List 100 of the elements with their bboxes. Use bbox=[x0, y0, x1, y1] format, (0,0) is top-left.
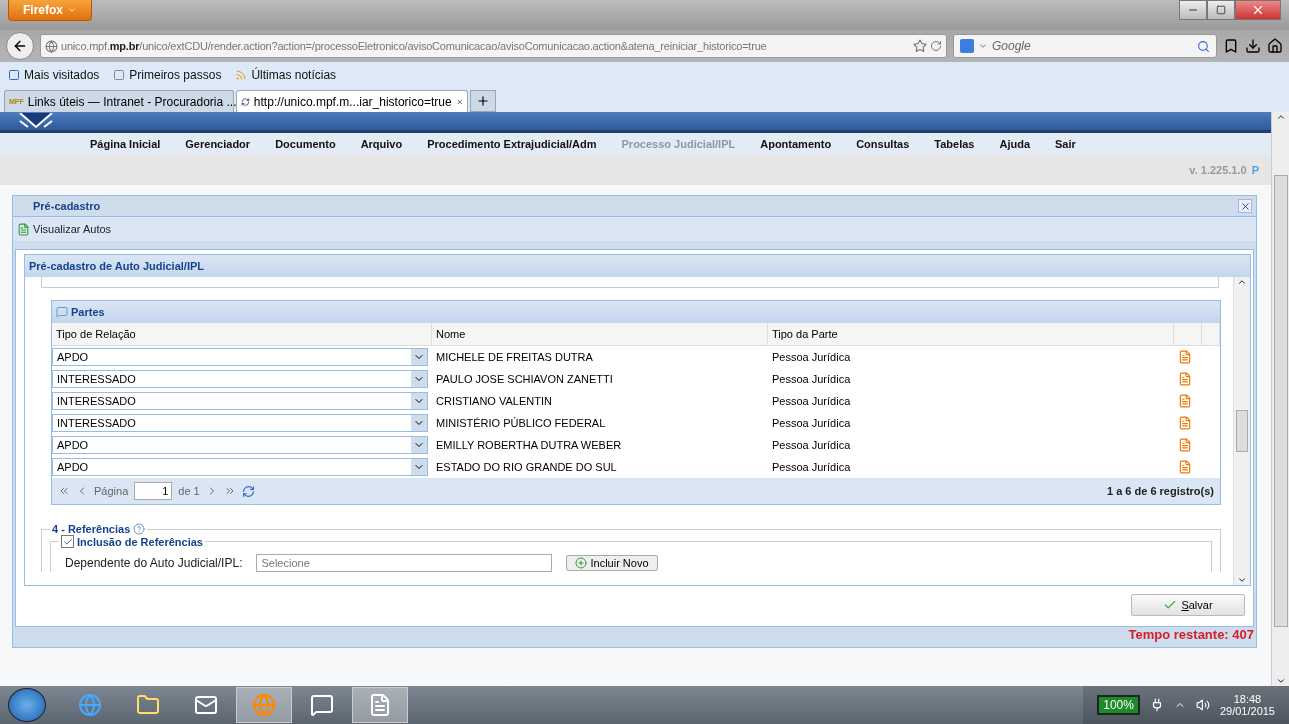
scrollbar[interactable] bbox=[1271, 112, 1289, 686]
scroll-thumb[interactable] bbox=[1236, 410, 1248, 452]
menu-item[interactable]: Sair bbox=[1055, 138, 1076, 150]
bookmark-link[interactable]: Mais visitados bbox=[8, 68, 100, 82]
search-icon[interactable] bbox=[1197, 39, 1210, 53]
dropdown-trigger[interactable] bbox=[411, 459, 427, 475]
page-label: Página bbox=[94, 485, 129, 497]
input-field[interactable]: Selecione bbox=[256, 554, 553, 572]
relation-select[interactable]: APDO bbox=[52, 436, 428, 454]
globe-icon bbox=[45, 39, 58, 53]
dropdown-trigger[interactable] bbox=[411, 349, 427, 365]
close-icon[interactable] bbox=[455, 96, 463, 107]
table-cell-text: ESTADO DO RIO GRANDE DO SUL bbox=[435, 460, 618, 475]
restore-button[interactable] bbox=[1207, 0, 1235, 20]
dropdown-trigger[interactable] bbox=[411, 371, 427, 387]
address-bar[interactable]: unico.mpf.mp.br/unico/extCDU/render.action?action=/processoEletronico/avisoComunicacao/avisoComunicacao.action&atena_reiniciar_historico=true bbox=[40, 34, 947, 58]
grid-title: Partes bbox=[71, 306, 105, 318]
reload-icon[interactable] bbox=[930, 40, 942, 52]
search-engine-icon bbox=[960, 39, 974, 53]
relation-select[interactable]: APDO bbox=[52, 458, 428, 476]
menu-item[interactable]: Tabelas bbox=[934, 138, 975, 150]
site-icon bbox=[241, 95, 250, 108]
start-button[interactable] bbox=[8, 688, 46, 722]
menu-item[interactable]: Procedimento Extrajudicial/Adm bbox=[427, 138, 597, 150]
chat-icon bbox=[310, 693, 334, 717]
column-header[interactable]: Nome bbox=[432, 323, 768, 346]
edit-icon[interactable] bbox=[1178, 416, 1192, 430]
battery-indicator[interactable]: 100% bbox=[1097, 695, 1140, 715]
menu-item[interactable]: Apontamento bbox=[760, 138, 832, 150]
menu-item[interactable]: Arquivo bbox=[360, 138, 403, 150]
table-cell-text: PAULO JOSE SCHIAVON ZANETTI bbox=[435, 372, 614, 387]
edit-icon[interactable] bbox=[1178, 372, 1192, 386]
relation-select[interactable]: INTERESSADO bbox=[52, 392, 428, 410]
volume-icon[interactable] bbox=[1195, 698, 1210, 712]
folder-icon bbox=[136, 693, 160, 717]
timer-text: Tempo restante: 407 bbox=[1128, 627, 1254, 642]
table-cell-text: MICHELE DE FREITAS DUTRA bbox=[435, 350, 594, 365]
edit-icon[interactable] bbox=[1178, 394, 1192, 408]
column-header[interactable]: Tipo da Parte bbox=[768, 323, 1174, 346]
bookmarks-icon[interactable] bbox=[1223, 38, 1239, 54]
scrollbar[interactable] bbox=[1233, 277, 1250, 585]
view-button[interactable]: Visualizar Autos bbox=[17, 222, 112, 236]
relation-select[interactable]: INTERESSADO bbox=[52, 414, 428, 432]
dropdown-trigger[interactable] bbox=[411, 415, 427, 431]
back-button[interactable] bbox=[6, 32, 34, 60]
dropdown-trigger[interactable] bbox=[411, 393, 427, 409]
scroll-up-icon bbox=[1275, 112, 1286, 122]
check-icon bbox=[62, 536, 73, 547]
logo-icon bbox=[18, 113, 54, 129]
table-cell-text: Pessoa Jurídica bbox=[771, 372, 852, 387]
browser-tab[interactable]: http://unico.mpf.m...iar_historico=true bbox=[236, 90, 468, 112]
bookmark-link[interactable]: Últimas notícias bbox=[235, 68, 337, 82]
bookmark-link[interactable]: Primeiros passos bbox=[113, 68, 222, 82]
globe-icon bbox=[252, 693, 276, 717]
home-icon[interactable] bbox=[1267, 38, 1283, 54]
field-label: Dependente do Auto Judicial/IPL: bbox=[65, 556, 243, 570]
help-icon[interactable] bbox=[133, 523, 146, 535]
edit-icon[interactable] bbox=[1178, 350, 1192, 364]
version-text: v. 1.225.1.0 bbox=[1189, 164, 1247, 176]
close-button[interactable] bbox=[1238, 199, 1252, 213]
scroll-up-icon bbox=[1237, 277, 1247, 287]
form-title: Pré-cadastro de Auto Judicial/IPL bbox=[29, 260, 205, 272]
relation-select[interactable]: INTERESSADO bbox=[52, 370, 428, 388]
first-page-icon[interactable] bbox=[58, 485, 70, 497]
page-input[interactable]: 1 bbox=[134, 482, 173, 500]
edit-icon[interactable] bbox=[1178, 460, 1192, 474]
grid-icon bbox=[56, 306, 68, 318]
taskbar-item[interactable] bbox=[352, 687, 408, 723]
plus-icon bbox=[575, 557, 588, 569]
subsection-title: Inclusão de Referências bbox=[77, 535, 203, 548]
download-icon[interactable] bbox=[1245, 38, 1261, 54]
edit-icon[interactable] bbox=[1178, 438, 1192, 452]
refresh-icon[interactable] bbox=[241, 484, 255, 498]
search-field[interactable]: Google bbox=[953, 34, 1217, 58]
save-button[interactable]: Salvar bbox=[1131, 594, 1245, 616]
menu-item[interactable]: Gerenciador bbox=[185, 138, 251, 150]
close-icon bbox=[1239, 200, 1251, 212]
new-tab-button[interactable] bbox=[470, 90, 496, 112]
last-page-icon[interactable] bbox=[223, 485, 236, 497]
table-cell-text: Pessoa Jurídica bbox=[771, 438, 852, 453]
relation-select[interactable]: APDO bbox=[52, 348, 428, 366]
table-cell-text: Pessoa Jurídica bbox=[771, 416, 852, 431]
menu-item[interactable]: Ajuda bbox=[999, 138, 1031, 150]
checkbox[interactable] bbox=[61, 535, 74, 548]
feed-icon bbox=[235, 69, 248, 81]
table-cell-text: CRISTIANO VALENTIN bbox=[435, 394, 553, 409]
scroll-thumb[interactable] bbox=[1273, 175, 1288, 627]
menu-item[interactable]: Consultas bbox=[856, 138, 910, 150]
dropdown-trigger[interactable] bbox=[411, 437, 427, 453]
record-count: 1 a 6 de 6 registro(s) bbox=[1107, 485, 1214, 497]
bookmark-icon bbox=[8, 69, 20, 81]
column-header[interactable]: Tipo de Relação bbox=[52, 323, 432, 346]
table-cell-text: Pessoa Jurídica bbox=[771, 394, 852, 409]
clock[interactable]: 18:48 29/01/2015 bbox=[1219, 693, 1275, 717]
menu-item[interactable]: Documento bbox=[275, 138, 336, 150]
restore-icon bbox=[1216, 5, 1226, 15]
star-icon[interactable] bbox=[913, 39, 927, 53]
menu-item[interactable]: Página Inicial bbox=[90, 138, 161, 150]
minimize-button[interactable] bbox=[1179, 0, 1207, 20]
add-button[interactable]: Incluir Novo bbox=[566, 555, 658, 571]
